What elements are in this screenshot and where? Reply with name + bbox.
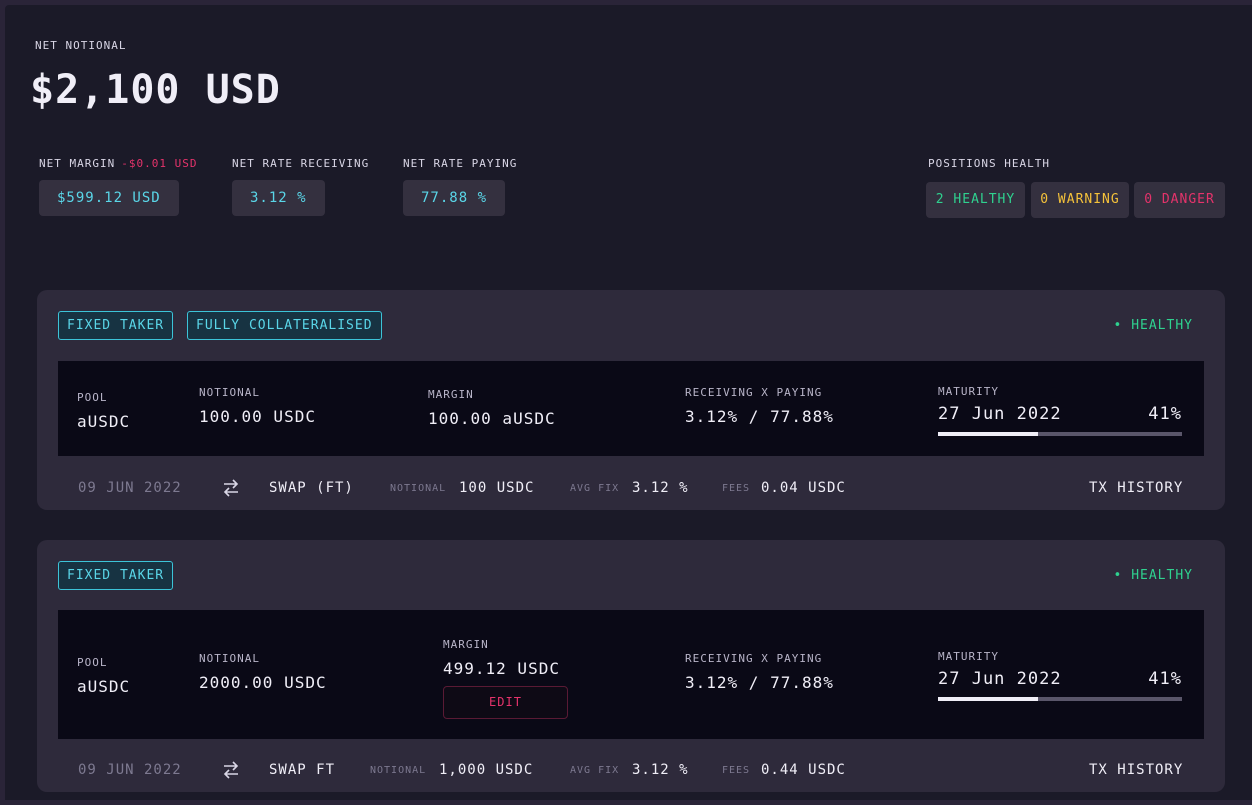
tx-fees-value: 0.44 USDC [761,762,846,778]
position-card: FIXED TAKER • HEALTHY POOL aUSDC NOTIONA… [37,540,1225,792]
position-type-tag: FIXED TAKER [58,311,174,340]
position-status: • HEALTHY [1113,318,1193,333]
notional-label: NOTIONAL [199,386,260,399]
net-rate-paying-value: 77.88 % [403,180,506,216]
pool-column: POOL aUSDC [77,391,130,431]
maturity-progress-bar [938,697,1182,701]
rates-column: RECEIVING X PAYING 3.12% / 77.88% [685,386,834,426]
net-rate-paying-label: NET RATE PAYING [403,157,518,170]
tx-fees-value: 0.04 USDC [761,480,846,496]
swap-icon [223,761,239,779]
position-details: POOL aUSDC NOTIONAL 2000.00 USDC MARGIN … [58,610,1204,739]
pool-label: POOL [77,656,108,669]
margin-column: MARGIN 499.12 USDC EDIT [443,638,568,719]
maturity-percent: 41% [1148,404,1182,424]
position-type-tag: FIXED TAKER [58,561,174,590]
net-rate-paying-stat: NET RATE PAYING 77.88 % [403,157,517,216]
positions-health-label: POSITIONS HEALTH [928,157,1050,170]
tx-avg-fix-label: AVG FIX [570,483,620,494]
maturity-progress-bar [938,432,1182,436]
net-margin-stat: NET MARGIN -$0.01 USD $599.12 USD [39,157,197,216]
transaction-action: SWAP FT [269,762,336,778]
rates-value: 3.12% / 77.88% [685,407,834,426]
net-rate-receiving-stat: NET RATE RECEIVING 3.12 % [232,157,369,216]
pool-value: aUSDC [77,412,131,431]
tx-notional-value: 100 USDC [459,480,535,496]
maturity-progress-fill [938,432,1039,436]
rates-column: RECEIVING X PAYING 3.12% / 77.88% [685,652,834,692]
maturity-progress-fill [938,697,1039,701]
net-notional-value: $2,100 USD [30,67,281,113]
rates-value: 3.12% / 77.88% [685,673,834,692]
net-rate-receiving-value: 3.12 % [232,180,325,216]
maturity-date: 27 Jun 2022 [938,404,1062,424]
maturity-column: MATURITY 27 Jun 2022 41% [938,385,1182,436]
transaction-action: SWAP (FT) [269,480,354,496]
notional-value: 2000.00 USDC [199,673,327,692]
danger-count-badge: 0 DANGER [1134,182,1225,218]
margin-value: 499.12 USDC [443,659,560,678]
maturity-column: MATURITY 27 Jun 2022 41% [938,650,1182,701]
net-notional-label: NET NOTIONAL [35,39,127,52]
margin-value: 100.00 aUSDC [428,409,556,428]
tx-avg-fix-label: AVG FIX [570,765,620,776]
net-margin-change: -$0.01 USD [121,157,198,170]
net-rate-receiving-label: NET RATE RECEIVING [232,157,370,170]
notional-value: 100.00 USDC [199,407,316,426]
transaction-row: 09 JUN 2022 SWAP FT NOTIONAL 1,000 USDC … [37,747,1225,795]
net-margin-label: NET MARGIN -$0.01 USD [39,157,197,170]
tx-avg-fix-value: 3.12 % [632,762,689,778]
portfolio-panel: NET NOTIONAL $2,100 USD NET MARGIN -$0.01… [5,5,1252,800]
maturity-date: 27 Jun 2022 [938,669,1062,689]
rates-label: RECEIVING X PAYING [685,652,823,665]
maturity-row: 27 Jun 2022 41% [938,669,1182,689]
transaction-row: 09 JUN 2022 SWAP (FT) NOTIONAL 100 USDC … [37,465,1225,513]
transaction-date: 09 JUN 2022 [78,762,182,778]
pool-column: POOL aUSDC [77,656,130,696]
notional-column: NOTIONAL 2000.00 USDC [199,652,327,692]
position-details: POOL aUSDC NOTIONAL 100.00 USDC MARGIN 1… [58,361,1204,456]
position-status: • HEALTHY [1113,568,1193,583]
position-card: FIXED TAKER FULLY COLLATERALISED • HEALT… [37,290,1225,510]
warning-count-badge: 0 WARNING [1031,182,1129,218]
pool-value: aUSDC [77,677,131,696]
rates-label: RECEIVING X PAYING [685,386,823,399]
collateral-tag: FULLY COLLATERALISED [187,311,382,340]
transaction-date: 09 JUN 2022 [78,480,182,496]
tx-notional-label: NOTIONAL [390,483,447,494]
margin-column: MARGIN 100.00 aUSDC [428,388,556,428]
net-margin-label-text: NET MARGIN [39,157,116,170]
net-margin-value: $599.12 USD [39,180,179,216]
maturity-row: 27 Jun 2022 41% [938,404,1182,424]
tx-history-link[interactable]: TX HISTORY [1089,762,1183,778]
maturity-label: MATURITY [938,385,999,398]
tx-fees-label: FEES [722,483,751,494]
maturity-percent: 41% [1148,669,1182,689]
swap-icon [223,479,239,497]
tx-fees-label: FEES [722,765,751,776]
notional-column: NOTIONAL 100.00 USDC [199,386,316,426]
margin-label: MARGIN [443,638,489,651]
healthy-count-badge: 2 HEALTHY [926,182,1025,218]
notional-label: NOTIONAL [199,652,260,665]
margin-label: MARGIN [428,388,474,401]
maturity-label: MATURITY [938,650,999,663]
tx-avg-fix-value: 3.12 % [632,480,689,496]
tx-notional-label: NOTIONAL [370,765,427,776]
tx-history-link[interactable]: TX HISTORY [1089,480,1183,496]
pool-label: POOL [77,391,108,404]
tx-notional-value: 1,000 USDC [439,762,534,778]
edit-margin-button[interactable]: EDIT [443,686,568,719]
